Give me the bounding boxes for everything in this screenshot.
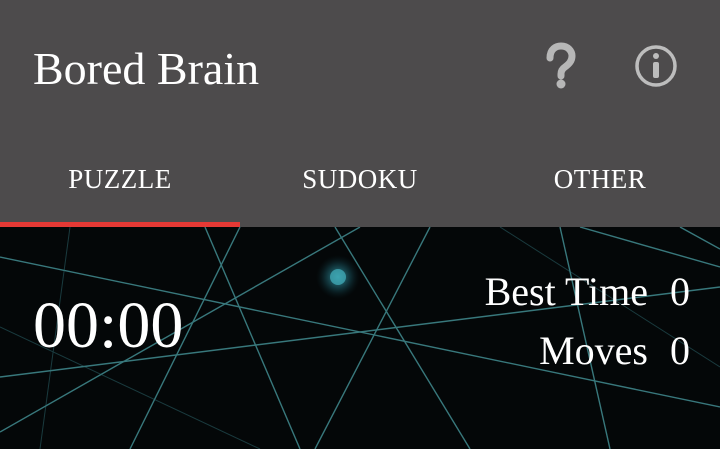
- tab-sudoku-label: SUDOKU: [302, 164, 418, 194]
- game-timer: 00:00: [33, 289, 184, 362]
- tab-bar: PUZZLE SUDOKU OTHER: [0, 140, 720, 227]
- tab-other-label: OTHER: [553, 164, 647, 194]
- help-icon: [546, 42, 576, 89]
- app-root: Bored Brain PUZZLE SUDOKU OTHER 00:00 Be…: [0, 0, 720, 449]
- game-panel: 00:00 Best Time 0 Moves 0: [0, 227, 720, 449]
- info-button[interactable]: [630, 40, 682, 92]
- tab-puzzle-label: PUZZLE: [68, 164, 172, 194]
- moves-value: 0: [670, 328, 690, 373]
- best-time-value: 0: [670, 269, 690, 314]
- tab-sudoku[interactable]: SUDOKU: [240, 140, 480, 227]
- tab-other[interactable]: OTHER: [480, 140, 720, 227]
- info-icon: [635, 45, 677, 87]
- moves-stat: Moves 0: [539, 328, 690, 374]
- help-button[interactable]: [534, 40, 586, 92]
- tab-puzzle[interactable]: PUZZLE: [0, 140, 240, 227]
- app-bar: Bored Brain PUZZLE SUDOKU OTHER: [0, 0, 720, 227]
- app-title: Bored Brain: [33, 43, 260, 94]
- moves-label: Moves: [539, 328, 648, 373]
- best-time-label: Best Time: [484, 269, 648, 314]
- best-time-stat: Best Time 0: [485, 269, 690, 315]
